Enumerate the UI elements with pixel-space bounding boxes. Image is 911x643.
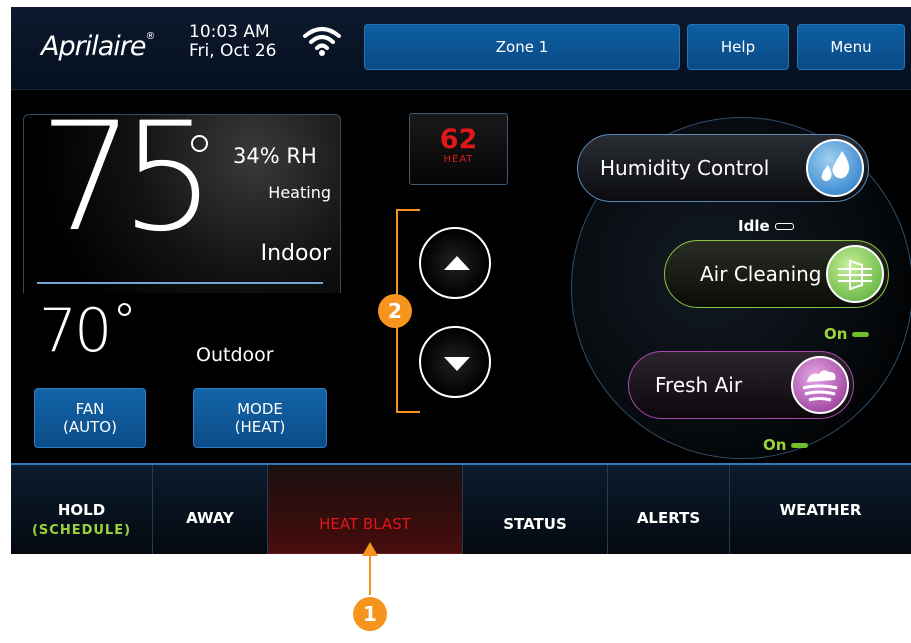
tab-weather[interactable]: WEATHER [730,465,911,554]
callout-arrowhead [362,542,378,556]
fresh-air-status: On [763,436,809,454]
degree-symbol [118,303,131,316]
divider [37,282,323,284]
mode-value: (HEAT) [234,418,286,436]
tab-alerts[interactable]: ALERTS [608,465,730,554]
bottom-nav: HOLD (SCHEDULE) AWAY HEAT BLAST STATUS A… [11,463,911,554]
air-cleaning-label: Air Cleaning [700,262,822,286]
humidity-status: Idle [738,217,794,235]
callout-1: 1 [353,597,387,631]
air-cleaning-status-text: On [824,325,848,343]
indoor-label: Indoor [260,241,331,266]
temperature-up-button[interactable] [419,227,491,299]
callout-line [369,556,371,595]
callout-2: 2 [378,294,412,328]
tab-weather-label: WEATHER [779,501,862,519]
water-drops-icon [806,139,864,197]
humidity-control-label: Humidity Control [600,156,770,180]
air-filter-icon [826,245,884,303]
tab-status[interactable]: STATUS [463,465,608,554]
setpoint-display[interactable]: 62 HEAT [409,113,508,185]
fan-label: FAN [75,400,105,418]
indoor-temperature: 75 [39,91,216,265]
fan-value: (AUTO) [63,418,117,436]
temperature-down-button[interactable] [419,326,491,398]
menu-button[interactable]: Menu [797,24,905,70]
aprilaire-logo: Aprilaire® [41,31,155,62]
tab-heat-blast-label: HEAT BLAST [319,515,411,533]
status-indicator [791,442,809,448]
wifi-icon [303,27,341,56]
setpoint-value: 62 [439,124,478,155]
outdoor-temperature: 70 [39,296,112,366]
fresh-air-status-text: On [763,436,787,454]
status-indicator [774,222,794,230]
air-cleaning-button[interactable]: Air Cleaning [664,240,889,308]
thermostat-screen: Aprilaire® 10:03 AM Fri, Oct 26 Zone 1 H… [11,7,911,554]
tab-status-label: STATUS [503,515,567,533]
tab-hold[interactable]: HOLD (SCHEDULE) [11,465,153,554]
outdoor-label: Outdoor [196,344,274,366]
air-cleaning-status: On [824,325,870,343]
fan-button[interactable]: FAN (AUTO) [34,388,146,448]
tab-hold-label: HOLD [57,501,106,519]
tab-heat-blast[interactable]: HEAT BLAST [268,465,463,554]
fresh-air-button[interactable]: Fresh Air [628,351,854,419]
humidity-reading: 34% RH [233,144,317,168]
arrow-up-icon [444,256,470,270]
datetime: 10:03 AM Fri, Oct 26 [189,23,277,61]
system-state: Heating [268,183,331,202]
tab-alerts-label: ALERTS [636,509,701,527]
cloud-wind-icon [791,356,849,414]
tab-away-label: AWAY [186,509,234,527]
arrow-down-icon [444,357,470,371]
status-indicator [852,331,870,337]
mode-label: MODE [237,400,283,418]
humidity-status-text: Idle [738,217,770,235]
tab-hold-sublabel: (SCHEDULE) [31,523,132,538]
humidity-control-button[interactable]: Humidity Control [577,134,869,202]
degree-symbol [191,135,208,152]
mode-button[interactable]: MODE (HEAT) [193,388,327,448]
setpoint-mode: HEAT [443,154,474,165]
time-text: 10:03 AM [189,22,270,42]
help-button[interactable]: Help [687,24,789,70]
top-bar: Aprilaire® 10:03 AM Fri, Oct 26 Zone 1 H… [11,7,911,90]
fresh-air-label: Fresh Air [655,373,743,397]
date-text: Fri, Oct 26 [189,41,277,61]
tab-away[interactable]: AWAY [153,465,268,554]
zone-button[interactable]: Zone 1 [364,24,680,70]
